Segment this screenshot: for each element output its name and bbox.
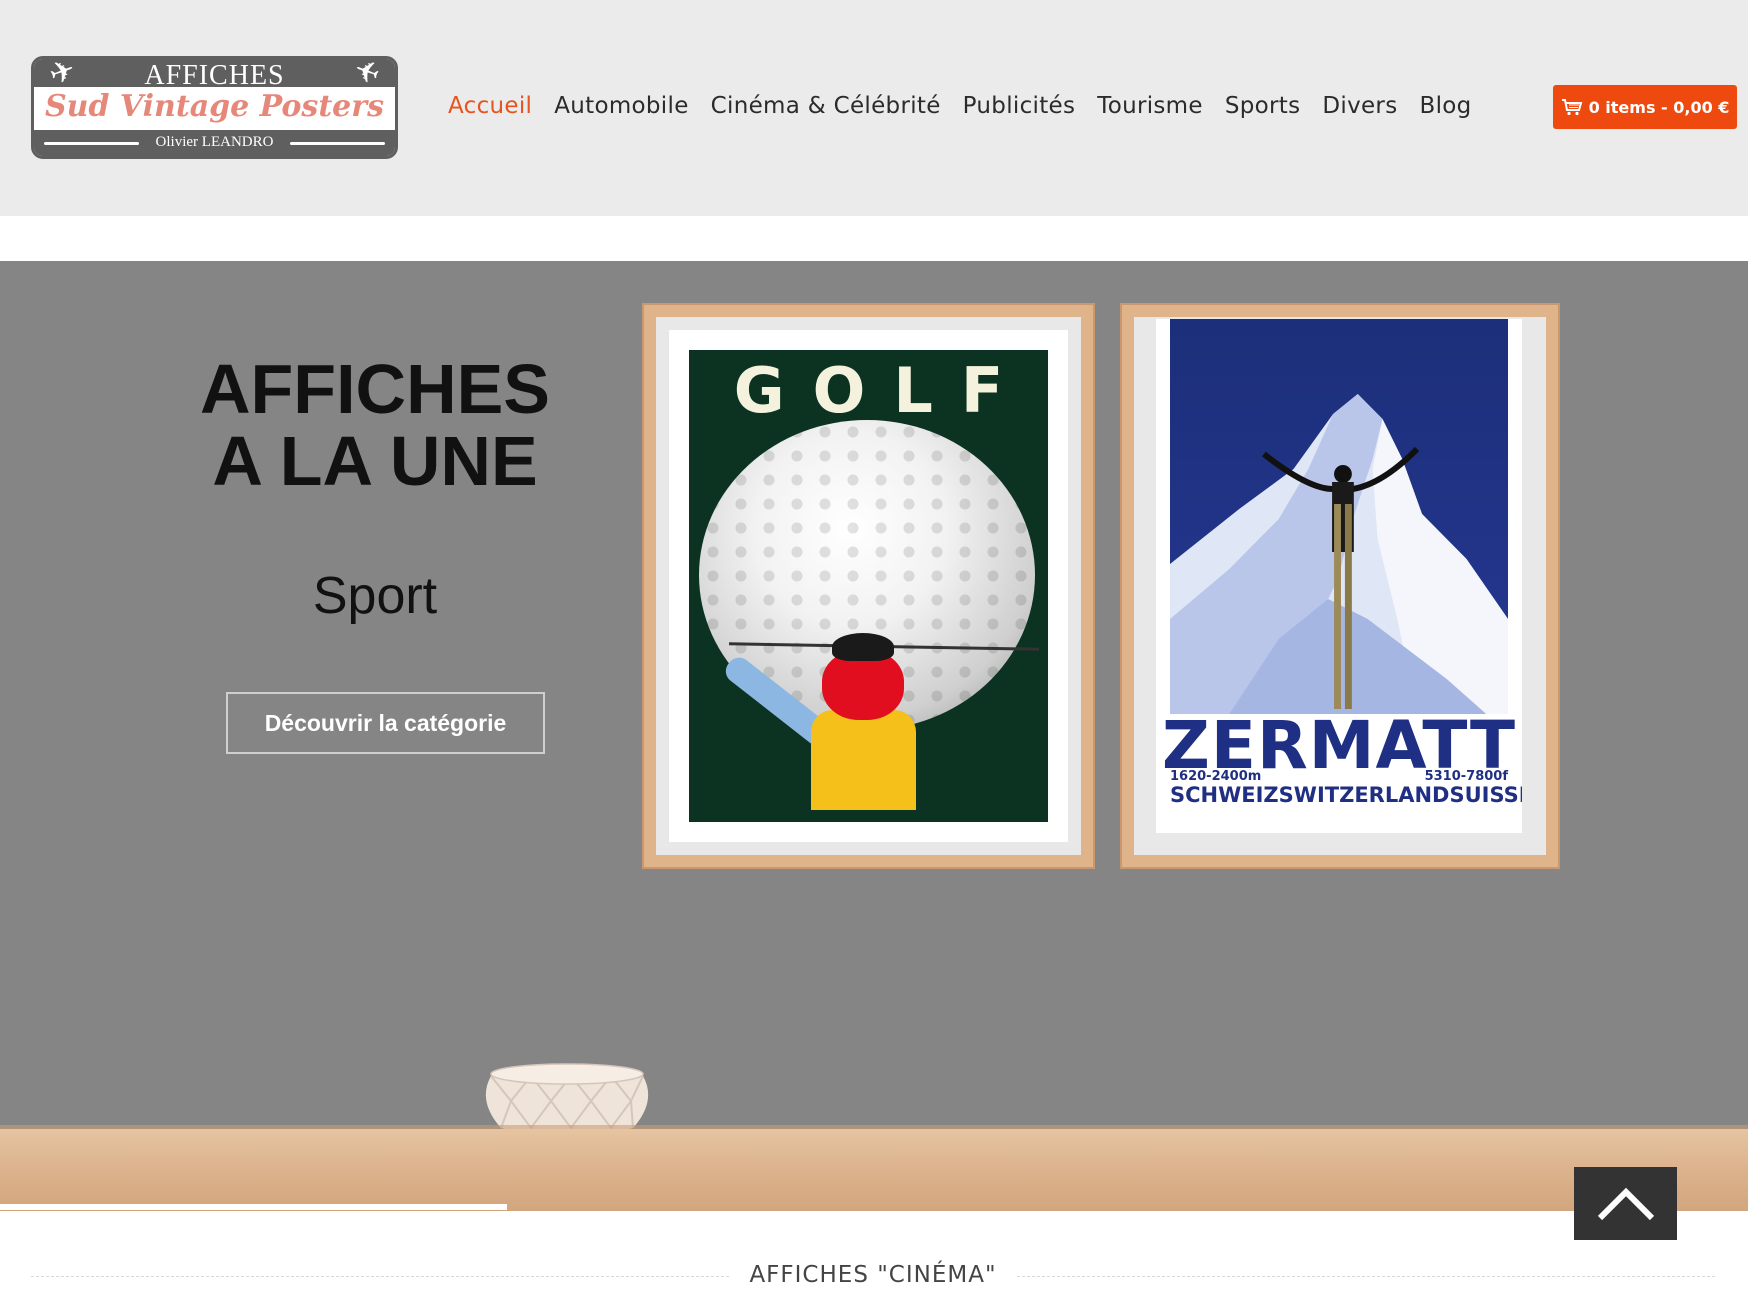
logo-top-band: ✈ AFFICHES ✈ xyxy=(34,59,395,92)
zermatt-countries: SCHWEIZ SWITZERLAND SUISSE xyxy=(1170,783,1522,807)
nav-item-cinema-celebrite[interactable]: Cinéma & Célébrité xyxy=(711,93,941,119)
section-title: AFFICHES "CINÉMA" xyxy=(749,1262,997,1288)
main-nav: Accueil Automobile Cinéma & Célébrité Pu… xyxy=(448,93,1494,119)
nav-item-divers[interactable]: Divers xyxy=(1322,93,1397,119)
hero-title-line: AFFICHES xyxy=(200,350,550,428)
site-logo[interactable]: ✈ AFFICHES ✈ Sud Vintage Posters Olivier… xyxy=(31,56,398,159)
altitude-right: 5310-7800f xyxy=(1424,769,1508,784)
golf-poster-frame[interactable]: GOLF xyxy=(642,303,1095,869)
hero-title-line: A LA UNE xyxy=(212,422,538,500)
nav-item-publicites[interactable]: Publicités xyxy=(963,93,1076,119)
logo-brand-text: Sud Vintage Posters xyxy=(45,89,384,124)
nav-item-tourisme[interactable]: Tourisme xyxy=(1097,93,1203,119)
slider-progress-bar xyxy=(0,1204,507,1210)
country-label: SCHWEIZ xyxy=(1170,783,1279,807)
section-divider xyxy=(1017,1276,1715,1277)
zermatt-poster-art xyxy=(1170,319,1508,714)
logo-decor-bar xyxy=(290,142,385,145)
golf-poster: GOLF xyxy=(669,330,1068,842)
site-header: ✈ AFFICHES ✈ Sud Vintage Posters Olivier… xyxy=(0,0,1748,216)
nav-item-automobile[interactable]: Automobile xyxy=(554,93,688,119)
scroll-to-top-button[interactable] xyxy=(1574,1167,1677,1240)
matterhorn-illustration xyxy=(1170,394,1508,714)
golfer-hair-illustration xyxy=(832,633,894,661)
chevron-up-icon xyxy=(1597,1187,1654,1220)
hero-title: AFFICHES A LA UNE xyxy=(150,353,600,497)
cart-button[interactable]: 0 items - 0,00 € xyxy=(1553,85,1737,129)
altitude-left: 1620-2400m xyxy=(1170,769,1262,784)
hero-banner: AFFICHES A LA UNE Sport Découvrir la cat… xyxy=(0,261,1748,1211)
nav-item-blog[interactable]: Blog xyxy=(1419,93,1471,119)
zermatt-poster-frame[interactable]: ZERMATT 1620-2400m 5310-7800f SCHWEIZ SW… xyxy=(1120,303,1560,869)
country-label: SUISSE xyxy=(1449,783,1522,807)
zermatt-poster: ZERMATT 1620-2400m 5310-7800f SCHWEIZ SW… xyxy=(1156,319,1522,833)
section-heading: AFFICHES "CINÉMA" xyxy=(31,1262,1715,1292)
discover-category-button[interactable]: Découvrir la catégorie xyxy=(226,692,545,754)
nav-item-sports[interactable]: Sports xyxy=(1225,93,1301,119)
logo-bottom-band: Olivier LEANDRO xyxy=(34,130,395,156)
zermatt-altitudes: 1620-2400m 5310-7800f xyxy=(1170,769,1508,784)
logo-top-text: AFFICHES xyxy=(144,60,285,91)
country-label: SWITZERLAND xyxy=(1278,783,1450,807)
golfer-shirt-illustration xyxy=(811,710,916,810)
golf-poster-title: GOLF xyxy=(733,354,1032,427)
nav-item-accueil[interactable]: Accueil xyxy=(448,93,532,119)
cart-icon xyxy=(1561,99,1582,116)
wooden-shelf xyxy=(0,1129,1748,1211)
cart-summary: 0 items - 0,00 € xyxy=(1588,97,1730,117)
golf-poster-art: GOLF xyxy=(689,350,1048,822)
hero-subtitle: Sport xyxy=(312,567,438,625)
